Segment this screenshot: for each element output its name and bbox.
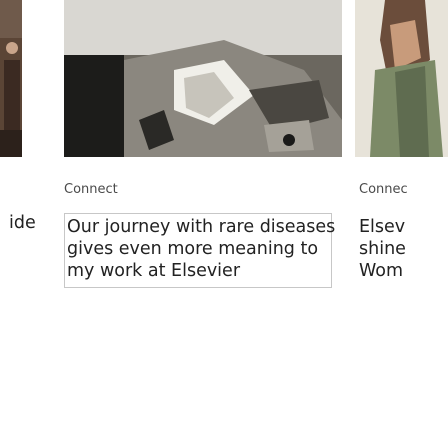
headline-line-3: Wom [359, 261, 404, 281]
article-card-middle[interactable]: Connect Our journey with rare diseases g… [64, 0, 342, 448]
headline-line-3: my work at Elsevier [67, 261, 241, 281]
card-headline-left: ide [9, 213, 36, 233]
card-image-right[interactable] [355, 0, 448, 157]
card-category-right[interactable]: Connec [359, 182, 408, 197]
card-headline-middle[interactable]: Our journey with rare diseases gives eve… [67, 216, 337, 282]
article-card-right[interactable]: Connec Elsev shine Wom [355, 0, 448, 448]
card-image-middle[interactable] [64, 0, 342, 157]
card-headline-right[interactable]: Elsev shine Wom [359, 216, 406, 282]
card-category-middle[interactable]: Connect [64, 182, 118, 197]
article-card-left[interactable]: ide [0, 0, 70, 448]
photo-image-left [0, 0, 22, 157]
headline-line-1: Elsev [359, 217, 406, 237]
photo-image-middle [64, 0, 342, 157]
headline-line-2: shine [359, 239, 406, 259]
headline-line-1: Our journey with rare diseases [67, 217, 336, 237]
headline-line-2: gives even more meaning to [67, 239, 319, 259]
card-image-left[interactable] [0, 0, 22, 157]
photo-image-right [355, 0, 448, 157]
